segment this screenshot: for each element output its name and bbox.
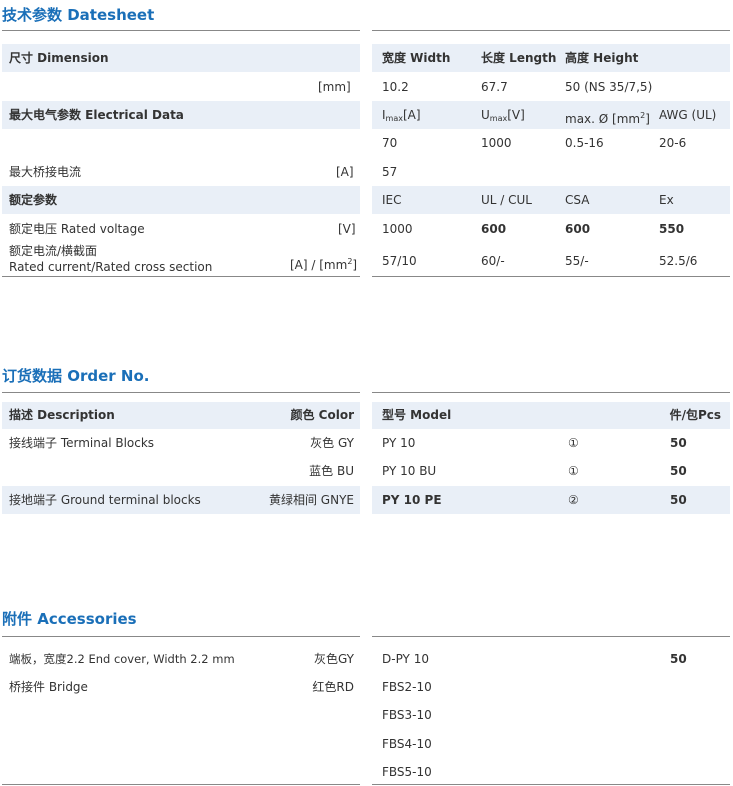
divider bbox=[2, 636, 360, 637]
rated-current-label-en: Rated current/Rated cross section bbox=[9, 260, 213, 274]
section-title-accessories: 附件 Accessories bbox=[2, 610, 137, 628]
imax-value: 70 bbox=[382, 136, 398, 150]
divider bbox=[372, 636, 730, 637]
csa-header: CSA bbox=[565, 193, 590, 207]
max-diameter-header: max. Ø [mm2] bbox=[565, 111, 650, 126]
voltage-unit: [V] bbox=[338, 222, 356, 236]
row-shade bbox=[372, 186, 730, 214]
bridge-current-label: 最大桥接电流 bbox=[9, 165, 82, 179]
rated-voltage-ex: 550 bbox=[659, 222, 685, 236]
length-header: 长度 Length bbox=[481, 51, 557, 65]
order-row-color: 黄绿相间 GNYE bbox=[268, 493, 354, 507]
divider bbox=[372, 784, 730, 785]
rated-voltage-label: 额定电压 Rated voltage bbox=[9, 222, 145, 236]
bridge-label: 桥接件 Bridge bbox=[9, 680, 88, 694]
pcs-header: 件/包Pcs bbox=[669, 408, 721, 422]
rated-current-ul: 60/- bbox=[481, 254, 505, 268]
model-header: 型号 Model bbox=[382, 408, 452, 422]
iec-header: IEC bbox=[382, 193, 402, 207]
end-cover-label: 端板，宽度2.2 End cover, Width 2.2 mm bbox=[9, 652, 235, 666]
order-row-color: 蓝色 BU bbox=[309, 464, 354, 478]
order-row-pcs: 50 bbox=[670, 464, 687, 478]
order-row-mark: ① bbox=[568, 436, 579, 450]
accessory-model: FBS5-10 bbox=[382, 765, 432, 779]
electrical-data-label: 最大电气参数 Electrical Data bbox=[9, 108, 184, 122]
awg-header: AWG (UL) bbox=[659, 108, 717, 122]
divider bbox=[372, 30, 730, 31]
divider bbox=[372, 392, 730, 393]
order-row-desc: 接地端子 Ground terminal blocks bbox=[9, 493, 201, 507]
divider bbox=[2, 30, 360, 31]
section-title-order: 订货数据 Order No. bbox=[2, 367, 150, 385]
order-row-pcs: 50 bbox=[670, 493, 687, 507]
order-row-desc: 接线端子 Terminal Blocks bbox=[9, 436, 155, 450]
bridge-color: 红色RD bbox=[312, 680, 354, 694]
ul-header: UL / CUL bbox=[481, 193, 532, 207]
rated-current-csa: 55/- bbox=[565, 254, 589, 268]
order-row-color: 灰色 GY bbox=[310, 436, 354, 450]
mm-unit: [mm] bbox=[318, 80, 351, 94]
order-row-model: PY 10 PE bbox=[382, 493, 442, 507]
umax-value: 1000 bbox=[481, 136, 512, 150]
rated-current-iec: 57/10 bbox=[382, 254, 417, 268]
accessory-pcs: 50 bbox=[670, 652, 687, 666]
dimension-label: 尺寸 Dimension bbox=[9, 51, 109, 65]
umax-header: Umax[V] bbox=[481, 108, 525, 123]
imax-header: Imax[A] bbox=[382, 108, 421, 123]
rated-voltage-csa: 600 bbox=[565, 222, 591, 236]
accessory-model: FBS2-10 bbox=[382, 680, 432, 694]
length-value: 67.7 bbox=[481, 80, 508, 94]
width-value: 10.2 bbox=[382, 80, 409, 94]
divider bbox=[2, 784, 360, 785]
accessory-model: D-PY 10 bbox=[382, 652, 429, 666]
max-diameter-value: 0.5-16 bbox=[565, 136, 604, 150]
current-unit: [A] / [mm2] bbox=[290, 257, 358, 272]
order-row-mark: ① bbox=[568, 464, 579, 478]
rated-params-label: 额定参数 bbox=[9, 193, 58, 207]
section-title-datasheet: 技术参数 Datesheet bbox=[2, 6, 155, 24]
awg-value: 20-6 bbox=[659, 136, 687, 150]
rated-current-ex: 52.5/6 bbox=[659, 254, 698, 268]
rated-voltage-ul: 600 bbox=[481, 222, 507, 236]
rated-current-label-cn: 额定电流/横截面 bbox=[9, 244, 98, 258]
order-row-mark: ② bbox=[568, 493, 579, 507]
color-header: 颜色 Color bbox=[290, 408, 354, 422]
description-header: 描述 Description bbox=[9, 408, 115, 422]
height-header: 高度 Height bbox=[565, 51, 639, 65]
divider bbox=[2, 392, 360, 393]
end-cover-color: 灰色GY bbox=[313, 652, 354, 666]
bridge-unit: [A] bbox=[336, 165, 354, 179]
order-row-model: PY 10 bbox=[382, 436, 416, 450]
ex-header: Ex bbox=[659, 193, 674, 207]
accessory-model: FBS4-10 bbox=[382, 737, 432, 751]
order-row-model: PY 10 BU bbox=[382, 464, 437, 478]
divider bbox=[372, 276, 730, 277]
rated-voltage-iec: 1000 bbox=[382, 222, 413, 236]
accessory-model: FBS3-10 bbox=[382, 708, 432, 722]
width-header: 宽度 Width bbox=[382, 51, 451, 65]
order-row-pcs: 50 bbox=[670, 436, 687, 450]
divider bbox=[2, 276, 360, 277]
bridge-current-value: 57 bbox=[382, 165, 398, 179]
height-value: 50 (NS 35/7,5) bbox=[565, 80, 653, 94]
